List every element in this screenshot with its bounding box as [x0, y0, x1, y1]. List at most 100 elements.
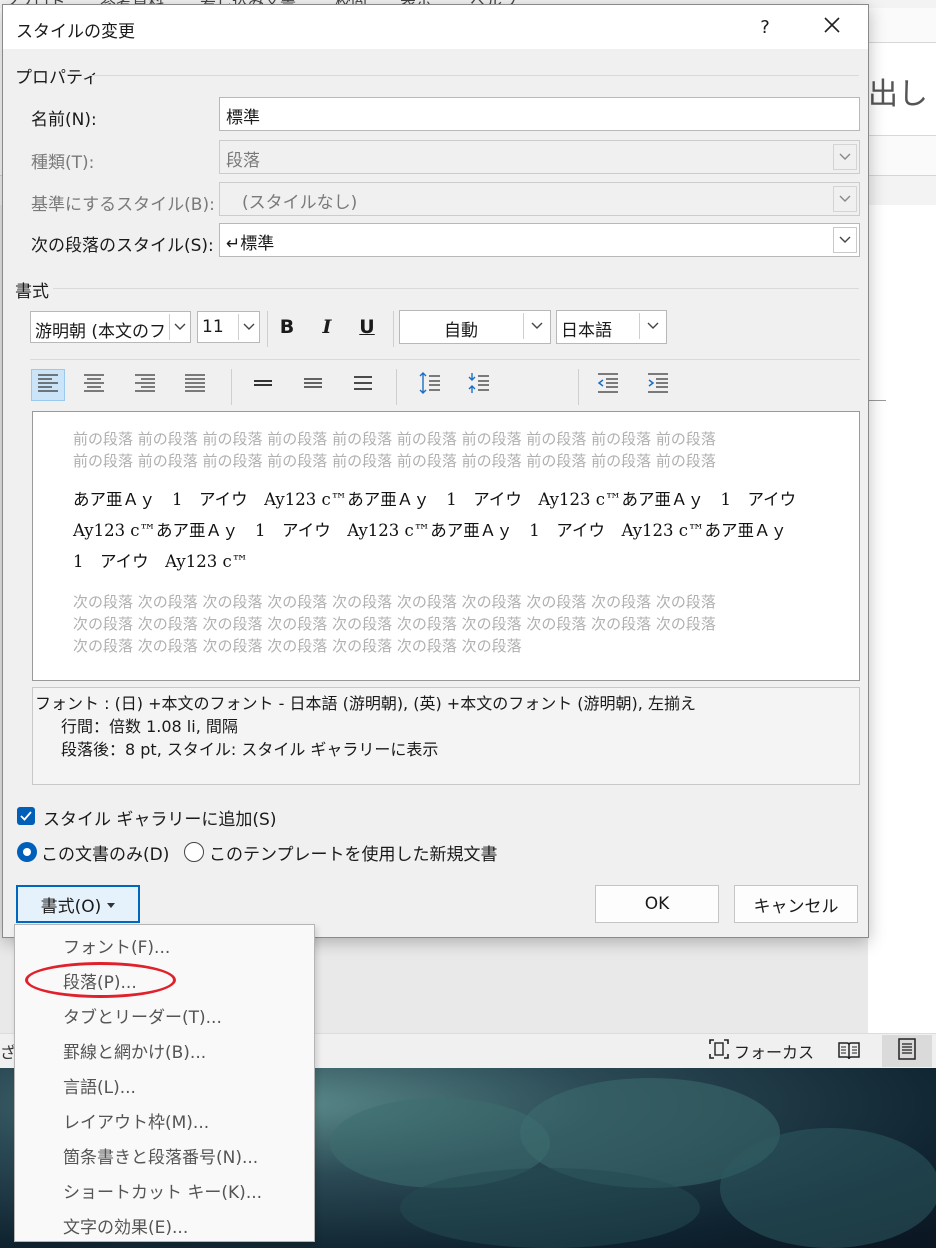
align-right-button[interactable]	[128, 369, 162, 401]
menu-item-language[interactable]: 言語(L)...	[63, 1073, 136, 1103]
format-button[interactable]: 書式(O)	[16, 885, 140, 923]
based-on-select: (スタイルなし)	[219, 182, 860, 216]
bold-button[interactable]: B	[272, 312, 302, 342]
bold-icon: B	[279, 316, 295, 338]
increase-spacing-button[interactable]	[413, 369, 447, 401]
menu-item-tabs[interactable]: タブとリーダー(T)...	[63, 1003, 222, 1033]
font-name-value: 游明朝 (本文のフ	[35, 322, 167, 342]
double-spacing-button[interactable]	[346, 369, 380, 401]
read-mode-button[interactable]	[836, 1038, 862, 1064]
decrease-indent-button[interactable]	[591, 369, 625, 401]
menu-item-numbering[interactable]: 箇条書きと段落番号(N)...	[63, 1143, 258, 1173]
document-page[interactable]	[868, 205, 936, 1035]
new-documents-template-radio[interactable]	[184, 842, 204, 862]
chevron-down-icon	[833, 144, 857, 170]
style-gallery-item[interactable]: 出し 1	[868, 69, 936, 113]
next-paragraph-text: 次の段落 次の段落 次の段落 次の段落 次の段落 次の段落 次の段落 次の段落 …	[73, 615, 716, 633]
add-to-gallery-label[interactable]: スタイル ギャラリーに追加(S)	[43, 805, 276, 830]
help-button[interactable]: ?	[743, 9, 787, 45]
menu-item-frame[interactable]: レイアウト枠(M)...	[63, 1108, 209, 1138]
properties-heading: プロパティ	[15, 68, 99, 88]
language-value: 日本語	[561, 321, 612, 341]
new-documents-template-label[interactable]: このテンプレートを使用した新規文書	[209, 840, 498, 865]
focus-label: フォーカス	[734, 1043, 815, 1062]
sample-text-line: 1 アイウ Ay123 c™	[73, 552, 249, 571]
chevron-down-icon[interactable]	[833, 227, 857, 253]
book-icon	[836, 1042, 862, 1069]
dialog-title: スタイルの変更	[16, 22, 135, 42]
single-spacing-button[interactable]	[246, 369, 280, 401]
dialog-titlebar: スタイルの変更 ?	[3, 5, 868, 49]
chevron-down-icon[interactable]	[238, 314, 258, 340]
align-left-button[interactable]	[31, 369, 65, 401]
name-value: 標準	[226, 108, 260, 128]
justify-button[interactable]	[178, 369, 212, 401]
align-right-icon	[134, 373, 156, 398]
font-size-select[interactable]: 11	[197, 311, 260, 343]
line-spacing-double-icon	[352, 373, 374, 398]
menu-item-font[interactable]: フォント(F)...	[63, 933, 170, 963]
format-button-label: 書式(O)	[40, 896, 102, 917]
line-spacing-onehalf-icon	[302, 373, 324, 398]
name-input[interactable]: 標準	[219, 97, 860, 131]
style-gallery[interactable]: 出し 1	[868, 42, 936, 136]
language-select[interactable]: 日本語	[556, 310, 667, 344]
style-preview: 前の段落 前の段落 前の段落 前の段落 前の段落 前の段落 前の段落 前の段落 …	[32, 411, 860, 681]
previous-paragraph-text: 前の段落 前の段落 前の段落 前の段落 前の段落 前の段落 前の段落 前の段落 …	[73, 452, 716, 470]
this-document-only-label[interactable]: この文書のみ(D)	[41, 840, 169, 865]
ok-button[interactable]: OK	[595, 885, 719, 923]
sample-text-line: あア亜Ａｙ 1 アイウ Ay123 c™あア亜Ａｙ 1 アイウ Ay123 c™…	[73, 490, 797, 509]
toolbar-separator	[578, 369, 579, 405]
chevron-down-icon	[833, 186, 857, 212]
chevron-down-icon[interactable]	[169, 314, 189, 340]
caret-down-icon	[107, 894, 116, 914]
align-center-button[interactable]	[77, 369, 111, 401]
section-divider	[53, 288, 859, 289]
underline-icon: U	[359, 316, 375, 338]
chevron-down-icon[interactable]	[639, 313, 665, 339]
type-select: 段落	[219, 140, 860, 174]
help-icon: ?	[760, 16, 770, 38]
next-style-label: 次の段落のスタイル(S):	[31, 236, 214, 256]
print-layout-button[interactable]	[882, 1035, 932, 1067]
previous-paragraph-text: 前の段落 前の段落 前の段落 前の段落 前の段落 前の段落 前の段落 前の段落 …	[73, 430, 716, 448]
italic-button[interactable]: I	[312, 312, 342, 342]
justify-icon	[184, 373, 206, 398]
close-button[interactable]	[807, 9, 857, 45]
type-label: 種類(T):	[31, 153, 95, 173]
add-to-gallery-checkbox[interactable]	[17, 807, 35, 825]
indent-icon	[646, 372, 670, 399]
formatting-heading: 書式	[15, 282, 49, 302]
page-layout-icon	[897, 1037, 917, 1066]
style-description: フォント : (日) +本文のフォント - 日本語 (游明朝), (英) +本文…	[32, 687, 860, 785]
based-on-label: 基準にするスタイル(B):	[31, 195, 215, 215]
close-icon	[824, 16, 840, 38]
italic-icon: I	[322, 316, 332, 338]
menu-item-text-effects[interactable]: 文字の効果(E)...	[63, 1213, 188, 1243]
space-before-icon	[418, 371, 442, 400]
modify-style-dialog: スタイルの変更 ? プロパティ 名前(N): 標準 種類(T): 段落 基準にす…	[2, 4, 869, 938]
underline-button[interactable]: U	[352, 312, 382, 342]
cancel-label: キャンセル	[753, 896, 839, 917]
menu-item-borders[interactable]: 罫線と網かけ(B)...	[63, 1038, 206, 1068]
cancel-button[interactable]: キャンセル	[734, 885, 858, 923]
increase-indent-button[interactable]	[641, 369, 675, 401]
name-label: 名前(N):	[31, 110, 97, 130]
one-half-spacing-button[interactable]	[296, 369, 330, 401]
toolbar-separator	[267, 311, 268, 347]
toolbar-separator	[231, 369, 232, 405]
font-color-select[interactable]: 自動	[399, 310, 551, 344]
focus-mode-button[interactable]: フォーカス	[708, 1038, 814, 1064]
description-line: フォント : (日) +本文のフォント - 日本語 (游明朝), (英) +本文…	[35, 694, 696, 713]
font-name-select[interactable]: 游明朝 (本文のフ	[30, 311, 191, 343]
description-line: 行間：倍数 1.08 li, 間隔	[61, 717, 238, 736]
focus-icon	[708, 1038, 730, 1064]
menu-item-shortcut-key[interactable]: ショートカット キー(K)...	[63, 1178, 262, 1208]
decrease-spacing-button[interactable]	[462, 369, 496, 401]
next-paragraph-text: 次の段落 次の段落 次の段落 次の段落 次の段落 次の段落 次の段落 次の段落 …	[73, 593, 716, 611]
section-divider	[89, 75, 859, 76]
this-document-only-radio[interactable]	[17, 842, 37, 862]
chevron-down-icon[interactable]	[523, 313, 549, 339]
toolbar-separator	[393, 311, 394, 347]
next-style-select[interactable]: ↵標準	[219, 223, 860, 257]
